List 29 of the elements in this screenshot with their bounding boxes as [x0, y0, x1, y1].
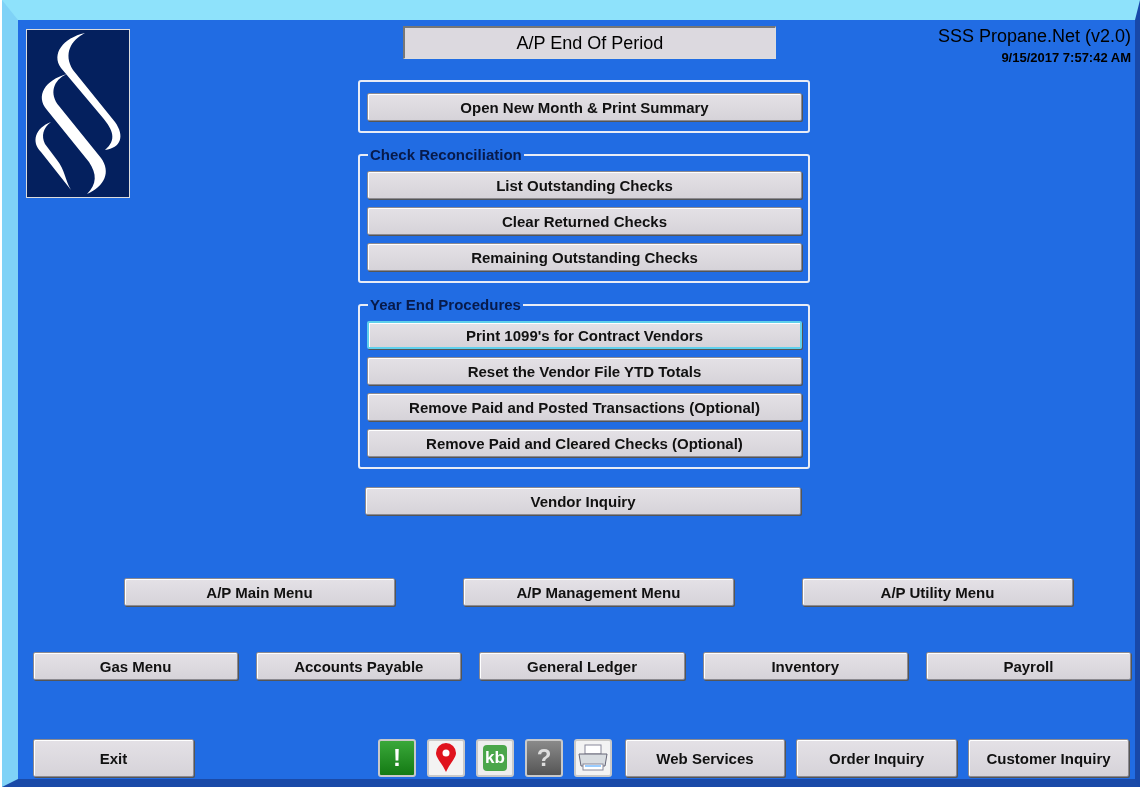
app-name: SSS Propane.Net (v2.0): [936, 26, 1131, 47]
action-button[interactable]: Print 1099's for Contract Vendors: [367, 321, 802, 349]
action-button[interactable]: List Outstanding Checks: [367, 171, 802, 199]
vendor-inquiry-button[interactable]: Vendor Inquiry: [365, 487, 801, 515]
printer-icon[interactable]: [574, 739, 612, 777]
map-pin-icon[interactable]: [427, 739, 465, 777]
action-button[interactable]: Remove Paid and Posted Transactions (Optional): [367, 393, 802, 421]
menu-button[interactable]: A/P Management Menu: [463, 578, 734, 606]
group-label: Check Reconciliation: [368, 146, 524, 163]
nav-button[interactable]: Web Services: [625, 739, 785, 777]
group-label: Year End Procedures: [368, 296, 523, 313]
menu-button[interactable]: A/P Utility Menu: [802, 578, 1073, 606]
action-button[interactable]: Reset the Vendor File YTD Totals: [367, 357, 802, 385]
action-button[interactable]: Remaining Outstanding Checks: [367, 243, 802, 271]
nav-button[interactable]: Customer Inquiry: [968, 739, 1129, 777]
module-button[interactable]: General Ledger: [479, 652, 685, 680]
module-button[interactable]: Gas Menu: [33, 652, 239, 680]
nav-button[interactable]: Order Inquiry: [796, 739, 957, 777]
screen-title: A/P End Of Period: [403, 26, 776, 59]
menu-button[interactable]: A/P Main Menu: [124, 578, 395, 606]
module-button[interactable]: Payroll: [925, 652, 1131, 680]
module-button[interactable]: Inventory: [702, 652, 908, 680]
date-time: 9/15/2017 7:57:42 AM: [1000, 50, 1131, 65]
module-button[interactable]: Accounts Payable: [256, 652, 462, 680]
alert-icon[interactable]: !: [378, 739, 416, 777]
action-button[interactable]: Open New Month & Print Summary: [367, 93, 802, 121]
exit-button[interactable]: Exit: [33, 739, 194, 777]
action-button[interactable]: Clear Returned Checks: [367, 207, 802, 235]
action-button[interactable]: Remove Paid and Cleared Checks (Optional): [367, 429, 802, 457]
